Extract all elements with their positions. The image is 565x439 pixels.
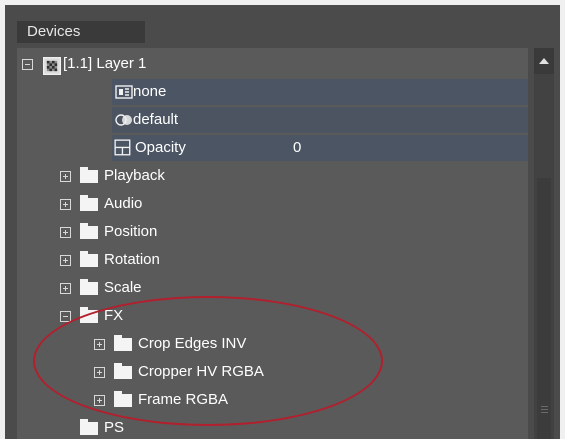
folder-icon: [80, 419, 98, 435]
expand-icon[interactable]: [60, 283, 71, 294]
tree-row-rotation[interactable]: Rotation: [17, 247, 528, 273]
expand-icon[interactable]: [60, 227, 71, 238]
layer-label: [1.1] Layer 1: [63, 55, 147, 72]
tree-row-fx[interactable]: FX: [17, 303, 528, 329]
mask-label: none: [133, 83, 167, 100]
collapse-icon[interactable]: [60, 311, 71, 322]
opacity-label: Opacity: [135, 139, 186, 156]
group-label: Scale: [104, 279, 142, 296]
tree-row-blend[interactable]: default: [112, 107, 528, 133]
folder-icon: [114, 335, 132, 351]
tab-bar: Devices: [5, 5, 560, 43]
expand-icon[interactable]: [94, 367, 105, 378]
scroll-thumb[interactable]: [537, 178, 551, 439]
grip-line: [541, 412, 548, 413]
expand-icon[interactable]: [94, 395, 105, 406]
device-tree: [1.1] Layer 1 none default Opacity 0 Pla…: [17, 48, 528, 439]
scroll-up-arrow-icon[interactable]: [534, 48, 554, 74]
folder-icon: [114, 363, 132, 379]
tab-devices[interactable]: Devices: [17, 21, 145, 43]
opacity-value[interactable]: 0: [293, 135, 301, 161]
opacity-icon: [114, 139, 131, 156]
mask-icon: [115, 85, 133, 99]
folder-icon: [80, 251, 98, 267]
tree-row-ps[interactable]: PS: [17, 415, 528, 439]
expand-icon[interactable]: [94, 339, 105, 350]
tree-row-position[interactable]: Position: [17, 219, 528, 245]
folder-icon: [80, 279, 98, 295]
folder-icon: [80, 307, 98, 323]
group-label: Rotation: [104, 251, 160, 268]
expand-icon[interactable]: [60, 255, 71, 266]
fx-item-label: Frame RGBA: [138, 391, 229, 408]
grip-line: [541, 406, 548, 407]
group-label: FX: [104, 307, 124, 324]
blend-label: default: [133, 111, 179, 128]
expand-icon[interactable]: [60, 199, 71, 210]
vertical-scrollbar[interactable]: [534, 48, 554, 439]
tree-row-audio[interactable]: Audio: [17, 191, 528, 217]
collapse-icon[interactable]: [22, 59, 33, 70]
expand-icon[interactable]: [60, 171, 71, 182]
tree-row-fx-item[interactable]: Crop Edges INV: [17, 331, 528, 357]
grip-line: [541, 409, 548, 410]
folder-icon: [80, 223, 98, 239]
tree-row-fx-item[interactable]: Cropper HV RGBA: [17, 359, 528, 385]
group-label: Position: [104, 223, 158, 240]
tree-row-scale[interactable]: Scale: [17, 275, 528, 301]
group-label: PS: [104, 419, 125, 436]
tree-row-mask[interactable]: none: [112, 79, 528, 105]
tree-row-opacity[interactable]: Opacity 0: [112, 135, 528, 161]
blend-icon: [115, 114, 132, 126]
folder-icon: [80, 195, 98, 211]
group-label: Playback: [104, 167, 165, 184]
tree-row-playback[interactable]: Playback: [17, 163, 528, 189]
layer-icon: [43, 57, 61, 75]
tree-row-layer[interactable]: [1.1] Layer 1: [17, 51, 528, 77]
folder-icon: [114, 391, 132, 407]
tree-row-fx-item[interactable]: Frame RGBA: [17, 387, 528, 413]
devices-panel: Devices [1.1] Layer 1 none default Opaci…: [5, 5, 560, 439]
fx-item-label: Crop Edges INV: [138, 335, 247, 352]
fx-item-label: Cropper HV RGBA: [138, 363, 264, 380]
group-label: Audio: [104, 195, 143, 212]
folder-icon: [80, 167, 98, 183]
